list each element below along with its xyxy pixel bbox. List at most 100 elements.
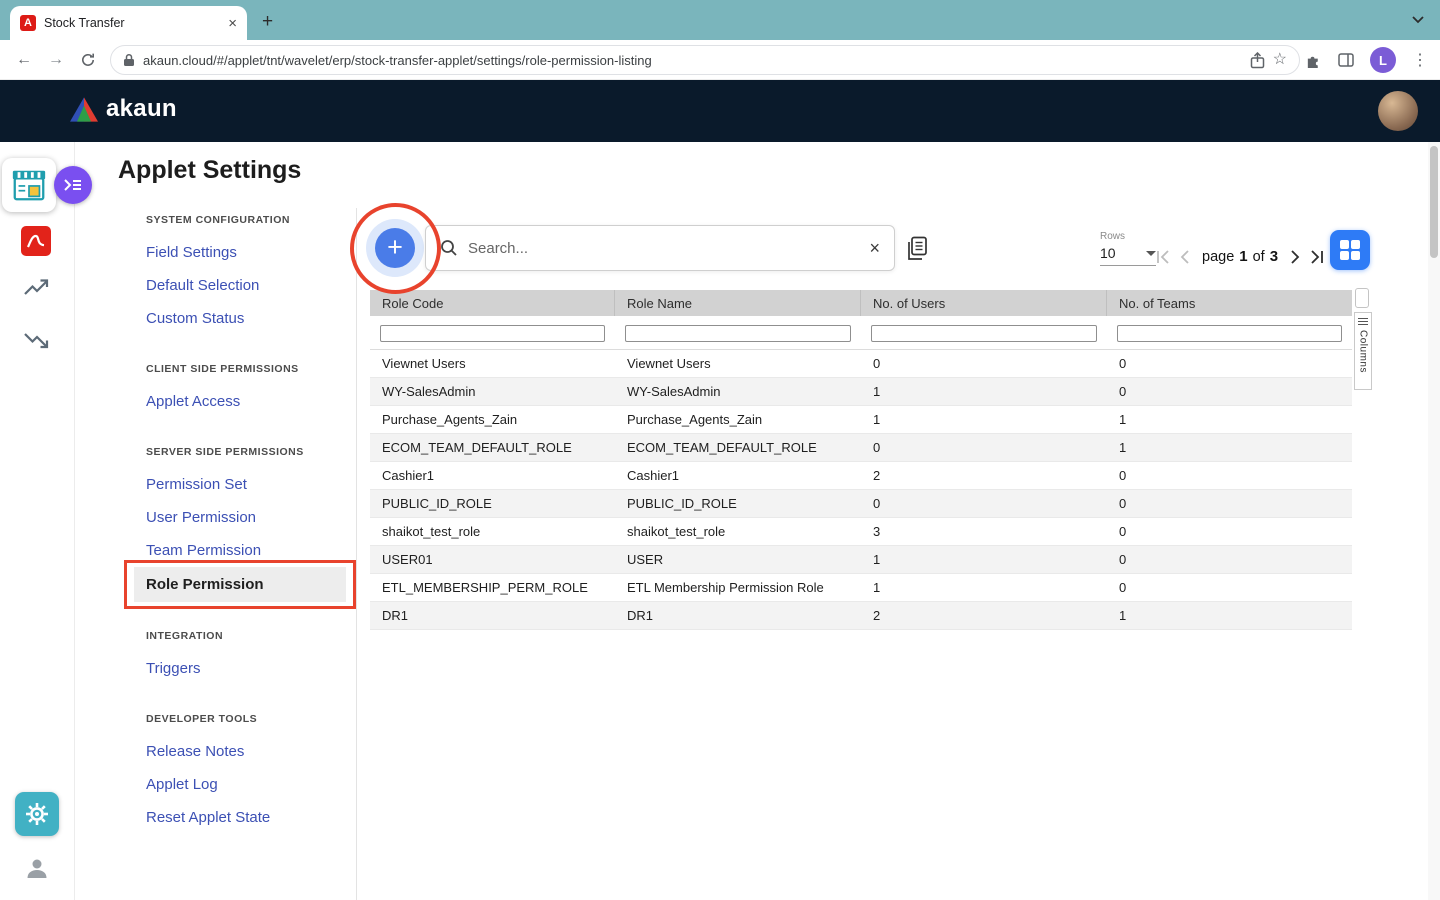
filter-input-no-of-teams[interactable] bbox=[1117, 325, 1342, 342]
urlbar-right-cluster: L ⋮ bbox=[1305, 47, 1428, 73]
cell-no-of-users: 1 bbox=[861, 580, 1107, 595]
column-header-role-name[interactable]: Role Name bbox=[615, 290, 861, 316]
cell-no-of-teams: 0 bbox=[1107, 384, 1352, 399]
sidebar-item-field-settings[interactable]: Field Settings bbox=[146, 236, 356, 269]
table-row[interactable]: WY-SalesAdmin WY-SalesAdmin 1 0 bbox=[370, 378, 1352, 406]
filter-cell bbox=[1107, 323, 1352, 342]
search-box: × bbox=[425, 225, 895, 271]
table-row[interactable]: ETL_MEMBERSHIP_PERM_ROLE ETL Membership … bbox=[370, 574, 1352, 602]
cell-role-code: WY-SalesAdmin bbox=[370, 384, 615, 399]
sidebar-item-default-selection[interactable]: Default Selection bbox=[146, 269, 356, 302]
browser-tabstrip: A Stock Transfer × + bbox=[0, 0, 1440, 40]
column-header-no-of-teams[interactable]: No. of Teams bbox=[1107, 290, 1352, 316]
rows-per-page-select[interactable]: 10 bbox=[1100, 242, 1156, 266]
grid-view-button[interactable] bbox=[1330, 230, 1370, 270]
new-tab-button[interactable]: + bbox=[262, 12, 273, 31]
tab-close-icon[interactable]: × bbox=[228, 16, 237, 31]
sidebar-item-permission-set[interactable]: Permission Set bbox=[146, 468, 356, 501]
next-page-button[interactable] bbox=[1291, 250, 1300, 264]
sidebar-item-triggers[interactable]: Triggers bbox=[146, 652, 356, 685]
sidebar-item-team-permission[interactable]: Team Permission bbox=[146, 534, 356, 567]
cell-no-of-teams: 0 bbox=[1107, 552, 1352, 567]
previous-page-button[interactable] bbox=[1180, 250, 1189, 264]
filter-input-role-code[interactable] bbox=[380, 325, 605, 342]
sidebar-item-user-permission[interactable]: User Permission bbox=[146, 501, 356, 534]
table-row[interactable]: Cashier1 Cashier1 2 0 bbox=[370, 462, 1352, 490]
add-role-button[interactable]: + bbox=[375, 228, 415, 268]
share-icon[interactable] bbox=[1250, 52, 1265, 69]
cell-role-name: Purchase_Agents_Zain bbox=[615, 412, 861, 427]
page-total: 3 bbox=[1270, 248, 1278, 265]
pagination: page 1 of 3 bbox=[1156, 248, 1324, 265]
cell-no-of-teams: 0 bbox=[1107, 524, 1352, 539]
sidebar-item-applet-access[interactable]: Applet Access bbox=[146, 385, 356, 418]
table-row[interactable]: ECOM_TEAM_DEFAULT_ROLE ECOM_TEAM_DEFAULT… bbox=[370, 434, 1352, 462]
pdf-export-icon[interactable] bbox=[21, 226, 51, 256]
grid-icon bbox=[1340, 240, 1360, 260]
cell-no-of-teams: 1 bbox=[1107, 440, 1352, 455]
cell-no-of-users: 2 bbox=[861, 468, 1107, 483]
table-row[interactable]: DR1 DR1 2 1 bbox=[370, 602, 1352, 630]
cell-role-name: USER bbox=[615, 552, 861, 567]
cell-no-of-teams: 0 bbox=[1107, 468, 1352, 483]
browser-profile-avatar[interactable]: L bbox=[1370, 47, 1396, 73]
search-icon bbox=[440, 239, 458, 257]
akaun-logo[interactable]: akaun bbox=[70, 95, 177, 123]
page-indicator: page 1 of 3 bbox=[1202, 248, 1278, 265]
sidebar-item-role-permission[interactable]: Role Permission bbox=[134, 567, 346, 602]
table-row[interactable]: shaikot_test_role shaikot_test_role 3 0 bbox=[370, 518, 1352, 546]
expand-sidebar-toggle[interactable] bbox=[54, 166, 92, 204]
table-row[interactable]: USER01 USER 1 0 bbox=[370, 546, 1352, 574]
clear-search-icon[interactable]: × bbox=[869, 239, 880, 257]
table-row[interactable]: Purchase_Agents_Zain Purchase_Agents_Zai… bbox=[370, 406, 1352, 434]
filter-cell bbox=[370, 323, 615, 342]
stock-transfer-applet-icon[interactable] bbox=[2, 158, 56, 212]
first-page-button[interactable] bbox=[1156, 250, 1171, 264]
columns-panel-tab[interactable]: Columns bbox=[1354, 312, 1372, 390]
back-icon[interactable]: ← bbox=[16, 50, 32, 70]
column-header-no-of-users[interactable]: No. of Users bbox=[861, 290, 1107, 316]
table-row[interactable]: Viewnet Users Viewnet Users 0 0 bbox=[370, 350, 1352, 378]
cell-no-of-teams: 0 bbox=[1107, 356, 1352, 371]
settings-gear-button[interactable] bbox=[15, 792, 59, 836]
forward-icon[interactable]: → bbox=[48, 50, 64, 70]
trend-up-icon[interactable] bbox=[24, 278, 50, 296]
sidebar-item-reset-applet-state[interactable]: Reset Applet State bbox=[146, 801, 356, 834]
nav-section-header: SYSTEM CONFIGURATION bbox=[146, 214, 356, 226]
rows-per-page: Rows 10 bbox=[1100, 231, 1160, 266]
copy-icon[interactable] bbox=[905, 236, 928, 261]
sidebar-item-applet-log[interactable]: Applet Log bbox=[146, 768, 356, 801]
browser-tab[interactable]: A Stock Transfer × bbox=[10, 6, 247, 40]
cell-no-of-teams: 1 bbox=[1107, 412, 1352, 427]
browser-menu-kebab-icon[interactable]: ⋮ bbox=[1412, 50, 1428, 70]
sidebar-item-custom-status[interactable]: Custom Status bbox=[146, 302, 356, 335]
filter-cell bbox=[615, 323, 861, 342]
search-input[interactable] bbox=[468, 240, 859, 257]
sidebar-item-label: Role Permission bbox=[146, 576, 264, 593]
trend-down-icon[interactable] bbox=[24, 332, 50, 350]
column-header-role-code[interactable]: Role Code bbox=[370, 290, 615, 316]
filter-input-no-of-users[interactable] bbox=[871, 325, 1097, 342]
cell-role-name: DR1 bbox=[615, 608, 861, 623]
page-scrollbar[interactable] bbox=[1428, 142, 1440, 900]
tab-search-chevron-icon[interactable] bbox=[1412, 16, 1424, 24]
bookmark-star-icon[interactable]: ☆ bbox=[1273, 52, 1287, 68]
account-person-icon[interactable] bbox=[25, 856, 49, 880]
side-panel-icon[interactable] bbox=[1338, 53, 1354, 67]
table-scrollbar-thumb[interactable] bbox=[1355, 288, 1369, 308]
last-page-button[interactable] bbox=[1309, 250, 1324, 264]
filter-input-role-name[interactable] bbox=[625, 325, 851, 342]
reload-icon[interactable] bbox=[80, 52, 96, 68]
content-divider bbox=[356, 208, 357, 900]
sidebar-item-release-notes[interactable]: Release Notes bbox=[146, 735, 356, 768]
user-avatar[interactable] bbox=[1378, 91, 1418, 131]
chevron-down-icon bbox=[1146, 251, 1156, 256]
cell-role-code: Viewnet Users bbox=[370, 356, 615, 371]
page-scrollbar-thumb[interactable] bbox=[1430, 146, 1438, 258]
table-header-row: Role Code Role Name No. of Users No. of … bbox=[370, 290, 1352, 316]
columns-panel-label: Columns bbox=[1358, 330, 1369, 373]
extensions-puzzle-icon[interactable] bbox=[1305, 52, 1322, 69]
table-row[interactable]: PUBLIC_ID_ROLE PUBLIC_ID_ROLE 0 0 bbox=[370, 490, 1352, 518]
cell-no-of-users: 0 bbox=[861, 356, 1107, 371]
address-bar[interactable]: akaun.cloud/#/applet/tnt/wavelet/erp/sto… bbox=[110, 45, 1300, 75]
